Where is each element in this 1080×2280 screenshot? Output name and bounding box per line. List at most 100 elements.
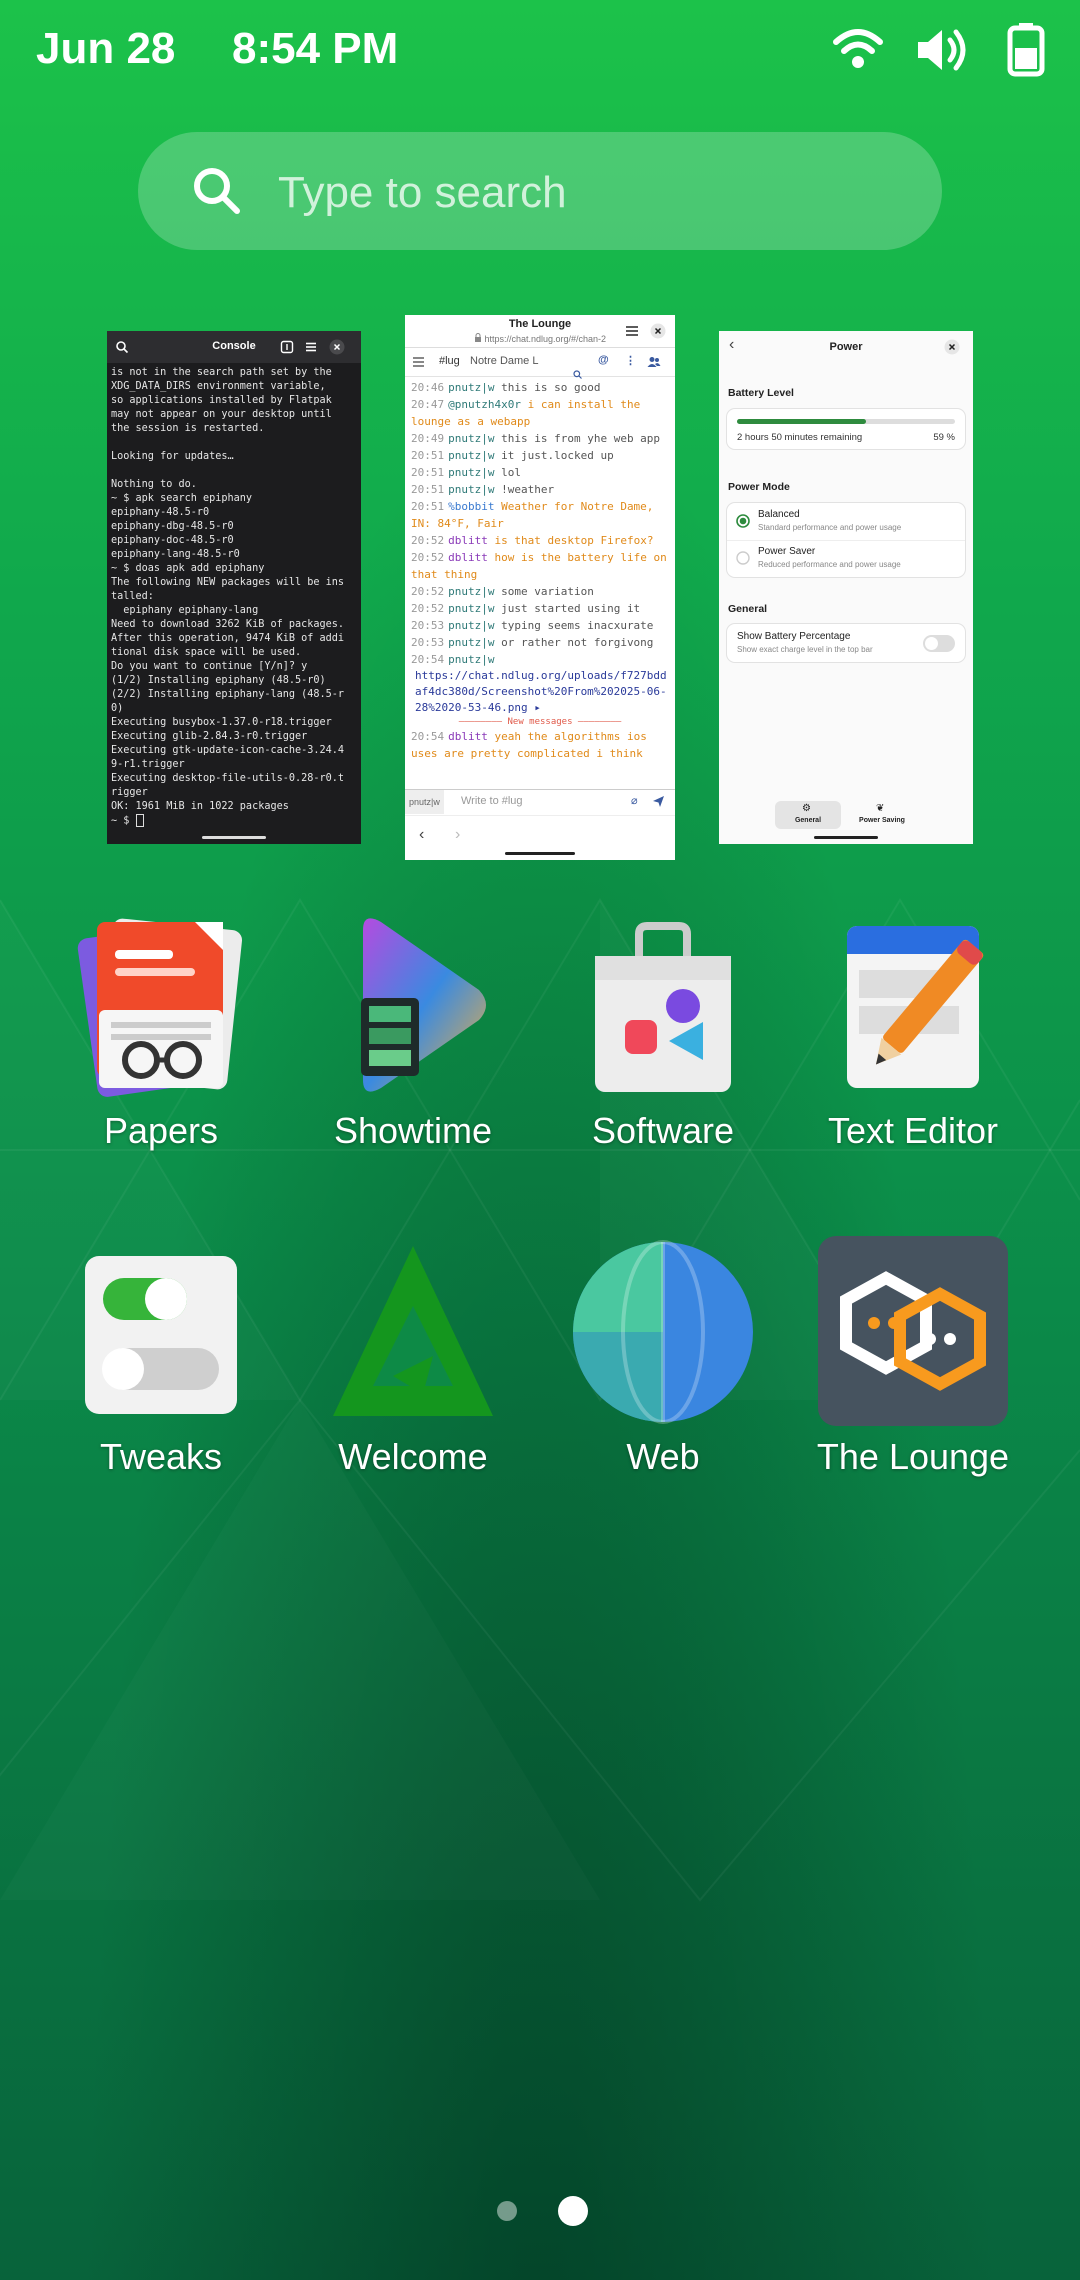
window-handle[interactable] (505, 852, 575, 855)
app-label: Showtime (333, 1110, 493, 1151)
tab-general[interactable]: ⚙ General (775, 801, 841, 829)
tweaks-icon (85, 1256, 237, 1414)
message-nick[interactable]: @pnutzh4x0r (448, 398, 521, 411)
message-nick[interactable]: pnutz|w (448, 466, 494, 479)
message-nick[interactable]: pnutz|w (448, 636, 494, 649)
console-line: epiphany-lang-48.5-r0 (111, 549, 240, 560)
more-icon[interactable]: ⋮ (625, 354, 636, 367)
console-line: ~ $ doas apk add epiphany (111, 563, 265, 574)
message-nick[interactable]: dblitt (448, 551, 488, 564)
show-percentage-row: Show Battery Percentage Show exact charg… (727, 624, 965, 662)
message-input-bar[interactable]: pnutz|w Write to #lug ⌀ (405, 789, 675, 814)
channel-bar: #lug Notre Dame L @ ⋮ (405, 348, 675, 379)
message-row: 20:52 dblitt is that desktop Firefox? (411, 534, 654, 547)
message-link[interactable]: https://chat.ndlug.org/uploads/f727bddaf… (411, 668, 669, 716)
app-label: Web (626, 1436, 700, 1477)
console-title: Console (212, 340, 256, 352)
menu-icon[interactable] (304, 340, 318, 354)
console-line: 0) (111, 703, 124, 714)
message-row: 20:52 dblitt how is the battery life on t… (411, 551, 667, 581)
window-the-lounge[interactable]: The Lounge https://chat.ndlug.org/#/chan… (405, 315, 675, 860)
message-nick[interactable]: pnutz|w (448, 585, 494, 598)
message-nick[interactable]: pnutz|w (448, 381, 494, 394)
new-tab-icon[interactable] (280, 340, 294, 354)
message-nick[interactable]: pnutz|w (448, 602, 494, 615)
power-title: Power (829, 341, 863, 353)
message-nick[interactable]: pnutz|w (448, 432, 494, 445)
app-tweaks[interactable]: Tweaks (46, 1236, 276, 1486)
message-row: 20:51 %bobbit Weather for Notre Dame, IN:… (411, 500, 654, 530)
message-nick[interactable]: pnutz|w (448, 619, 494, 632)
page-dot-2-active[interactable] (558, 2196, 588, 2226)
message-row: 20:54 pnutz|w (411, 653, 495, 666)
search-input[interactable]: Type to search (138, 132, 942, 250)
message-nick[interactable]: pnutz|w (448, 653, 494, 666)
page-dot-1[interactable] (497, 2201, 517, 2221)
app-the-lounge[interactable]: The Lounge (798, 1236, 1028, 1486)
power-mode-card: Balanced Standard performance and power … (727, 503, 965, 577)
general-heading: General (728, 603, 768, 615)
mentions-icon[interactable]: @ (598, 354, 609, 366)
app-showtime[interactable]: Showtime (298, 910, 528, 1160)
mode-power-saver[interactable]: Power Saver Reduced performance and powe… (727, 540, 965, 577)
console-line: epiphany epiphany-lang (111, 605, 259, 616)
radio-icon[interactable] (736, 551, 750, 565)
forward-icon[interactable]: › (455, 826, 460, 844)
mode-balanced[interactable]: Balanced Standard performance and power … (727, 503, 965, 541)
send-icon[interactable] (652, 795, 665, 808)
console-line: ~ $ (111, 814, 357, 829)
message-nick[interactable]: %bobbit (448, 500, 494, 513)
general-tab-icon: ⚙ (802, 803, 811, 814)
search-icon (194, 168, 240, 214)
close-icon[interactable] (944, 339, 960, 355)
tab-power-saving[interactable]: ❦ Power Saving (847, 801, 917, 829)
input-nick: pnutz|w (405, 790, 444, 814)
window-console[interactable]: Console is not in the search path set by… (107, 331, 361, 844)
close-icon[interactable] (650, 323, 666, 339)
app-papers[interactable]: Papers (46, 910, 276, 1160)
app-label: Text Editor (827, 1110, 999, 1151)
message-row: 20:52 pnutz|w just started using it (411, 602, 641, 615)
console-line: epiphany-48.5-r0 (111, 507, 210, 518)
message-input[interactable]: Write to #lug (461, 795, 523, 807)
message-row: 20:49 pnutz|w this is from yhe web app (411, 432, 661, 445)
app-label: The Lounge (816, 1436, 1010, 1477)
menu-icon[interactable] (625, 325, 639, 337)
console-line: XDG_DATA_DIRS environment variable, (111, 381, 326, 392)
message-row: 20:47 @pnutzh4x0r i can install the loung… (411, 398, 641, 428)
close-icon[interactable] (329, 339, 345, 355)
show-percentage-toggle[interactable] (923, 635, 955, 652)
message-nick[interactable]: dblitt (448, 534, 488, 547)
window-handle[interactable] (814, 836, 878, 839)
message-nick[interactable]: pnutz|w (448, 483, 494, 496)
message-row: 20:46 pnutz|w this is so good (411, 381, 601, 394)
battery-level-card: 2 hours 50 minutes remaining 59 % (727, 409, 965, 449)
lounge-headerbar: The Lounge https://chat.ndlug.org/#/chan… (405, 315, 675, 348)
app-welcome[interactable]: Welcome (298, 1236, 528, 1486)
app-text-editor[interactable]: Text Editor (798, 910, 1028, 1160)
page-indicator (0, 2196, 1080, 2226)
channel-name: #lug (439, 355, 460, 367)
radio-selected-icon[interactable] (736, 514, 750, 528)
terminal-cursor (135, 814, 144, 827)
app-software[interactable]: Software (548, 910, 778, 1160)
attach-icon[interactable]: ⌀ (631, 794, 638, 807)
message-list[interactable]: 20:46 pnutz|w this is so good 20:47 @pnutzh… (405, 377, 675, 764)
window-power[interactable]: ‹ Power Battery Level 2 hours 50 minutes… (719, 331, 973, 844)
message-row: 20:53 pnutz|w typing seems inacxurate (411, 619, 654, 632)
sidebar-toggle-icon[interactable] (413, 357, 424, 367)
users-icon[interactable] (647, 356, 661, 368)
wifi-icon (833, 29, 883, 68)
message-nick[interactable]: pnutz|w (448, 449, 494, 462)
app-web[interactable]: Web (548, 1236, 778, 1486)
battery-progress-track (737, 419, 955, 424)
back-icon[interactable]: ‹ (419, 826, 424, 844)
console-output[interactable]: is not in the search path set by the XDG_… (107, 363, 361, 832)
console-line: Need to download 3262 KiB of packages. (111, 619, 345, 630)
search-icon[interactable] (573, 370, 582, 379)
window-handle[interactable] (202, 836, 266, 839)
papers-icon (77, 918, 243, 1097)
power-headerbar: ‹ Power (719, 331, 973, 363)
search-placeholder: Type to search (278, 168, 567, 217)
